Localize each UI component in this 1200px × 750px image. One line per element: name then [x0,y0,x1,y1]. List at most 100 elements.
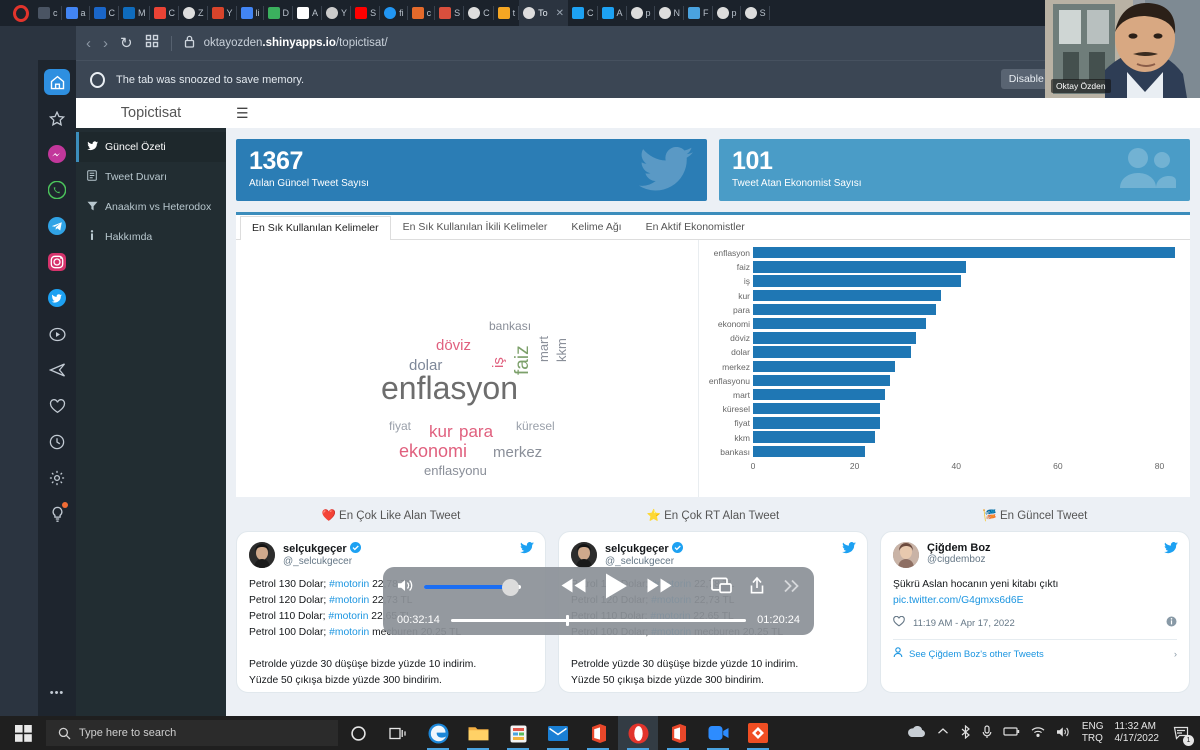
hashtag-link[interactable]: #motorin [328,611,368,622]
browser-tab[interactable]: N [655,0,685,26]
taskbar-store-icon[interactable] [498,716,538,750]
chevron-up-icon[interactable] [937,727,949,739]
taskbar-office-icon[interactable] [578,716,618,750]
messenger-icon[interactable] [44,141,70,167]
wifi-icon[interactable] [1031,726,1045,741]
taskbar-tool-icon[interactable] [738,716,778,750]
taskbar-edge-icon[interactable] [418,716,458,750]
taskbar-office-icon-2[interactable] [658,716,698,750]
chevron-right-icon[interactable]: › [1174,649,1177,660]
volume-slider[interactable] [424,579,521,596]
browser-tab[interactable]: p [627,0,655,26]
browser-tab[interactable]: A [293,0,323,26]
hashtag-link[interactable]: #motorin [329,627,369,638]
browser-tab[interactable]: A [598,0,627,26]
tweet-author-name[interactable]: selçukgeçer [605,542,683,556]
tweet-author-handle[interactable]: @_selcukgecer [605,556,683,567]
instagram-icon[interactable] [44,249,70,275]
volume-high-icon[interactable] [397,578,416,596]
opera-logo-icon[interactable] [8,0,34,26]
twitter-icon[interactable] [44,285,70,311]
browser-tab[interactable]: c [408,0,436,26]
tweet-author-handle[interactable]: @_selcukgecer [283,556,361,567]
taskbar-cortana-icon[interactable] [338,716,378,750]
onedrive-icon[interactable] [907,725,926,741]
browser-tab[interactable]: To ✕ [519,0,569,26]
bluetooth-icon[interactable] [960,724,971,742]
like-heart-icon[interactable] [893,615,905,630]
battery-icon[interactable] [1003,726,1020,740]
home-icon[interactable] [44,69,70,95]
hashtag-link[interactable]: #motorin [329,579,369,590]
rail-more-icon[interactable]: ••• [44,680,70,706]
taskbar-search-box[interactable]: Type here to search [46,720,338,746]
back-button[interactable]: ‹ [86,35,91,52]
tweet-author-name[interactable]: Çiğdem Boz [927,542,991,554]
tips-bulb-icon[interactable] [44,501,70,527]
mic-icon[interactable] [982,724,992,742]
sidebar-toggle-icon[interactable]: ☰ [236,105,249,122]
browser-tab[interactable]: D [264,0,294,26]
taskbar-zoom-icon[interactable] [698,716,738,750]
taskbar-mail-icon[interactable] [538,716,578,750]
reload-button[interactable]: ↻ [120,34,133,52]
video-progress-slider[interactable] [450,614,747,626]
webcam-overlay[interactable]: Oktay Özden [1045,0,1200,98]
browser-tab[interactable]: F [684,0,713,26]
volume-knob[interactable] [502,579,519,596]
tweet-media-link[interactable]: pic.twitter.com/G4gmxs6d6E [893,593,1177,609]
play-icon[interactable] [604,572,629,603]
settings-gear-icon[interactable] [44,465,70,491]
browser-tab[interactable]: C [464,0,494,26]
browser-tab[interactable]: S [435,0,465,26]
forward-button[interactable]: › [103,35,108,52]
player-icon[interactable] [44,321,70,347]
picture-in-picture-icon[interactable] [711,577,732,597]
content-tab-2[interactable]: En Sık Kullanılan İkili Kelimeler [391,215,560,239]
browser-tab[interactable]: p [713,0,741,26]
address-bar[interactable]: oktayozden.shinyapps.io/topictisat/ [184,35,1088,51]
browser-tab[interactable]: t [494,0,520,26]
share-icon[interactable] [749,576,765,598]
taskbar-opera-icon[interactable] [618,716,658,750]
browser-tab[interactable]: li [237,0,264,26]
content-tab-3[interactable]: Kelime Ağı [559,215,633,239]
rewind-icon[interactable] [560,577,587,597]
tab-grid-icon[interactable] [145,34,159,52]
notifications-icon[interactable]: 1 [1170,722,1194,746]
send-icon[interactable] [44,357,70,383]
chevrons-right-icon[interactable] [782,578,800,597]
clock[interactable]: 11:32 AM 4/17/2022 [1115,721,1160,745]
browser-tab[interactable]: Y [208,0,237,26]
browser-tab[interactable]: c [34,0,62,26]
browser-tab[interactable]: C [568,0,598,26]
browser-tab[interactable]: S [351,0,381,26]
browser-tab[interactable]: a [62,0,90,26]
tweet-card[interactable]: Çiğdem Boz @cigdemboz Şükrü Aslan hocanın … [880,531,1190,693]
volume-icon[interactable] [1056,726,1071,741]
content-tab-1[interactable]: En Sık Kullanılan Kelimeler [240,216,391,240]
content-tab-4[interactable]: En Aktif Ekonomistler [634,215,757,239]
whatsapp-icon[interactable] [44,177,70,203]
browser-tab[interactable]: Z [179,0,208,26]
sidebar-item-2[interactable]: Tweet Duvarı [76,162,226,192]
browser-tab[interactable]: S [741,0,770,26]
history-icon[interactable] [44,429,70,455]
taskbar-task-view-icon[interactable] [378,716,418,750]
fast-forward-icon[interactable] [646,577,673,597]
browser-tab[interactable]: Y [322,0,352,26]
sidebar-item-3[interactable]: Anaakım vs Heterodox [76,192,226,222]
progress-knob[interactable] [566,614,569,626]
taskbar-file-explorer-icon[interactable] [458,716,498,750]
browser-tab[interactable]: M [119,0,150,26]
tweet-author-name[interactable]: selçukgeçer [283,542,361,556]
tab-close-icon[interactable]: ✕ [556,8,564,19]
heart-icon[interactable] [44,393,70,419]
browser-tab[interactable]: C [90,0,120,26]
sidebar-item-1[interactable]: Güncel Özeti [76,132,226,162]
favorites-star-icon[interactable] [44,105,70,131]
telegram-icon[interactable] [44,213,70,239]
browser-tab[interactable]: fi [380,0,408,26]
tweet-author-handle[interactable]: @cigdemboz [927,554,991,565]
browser-tab[interactable]: C [150,0,180,26]
